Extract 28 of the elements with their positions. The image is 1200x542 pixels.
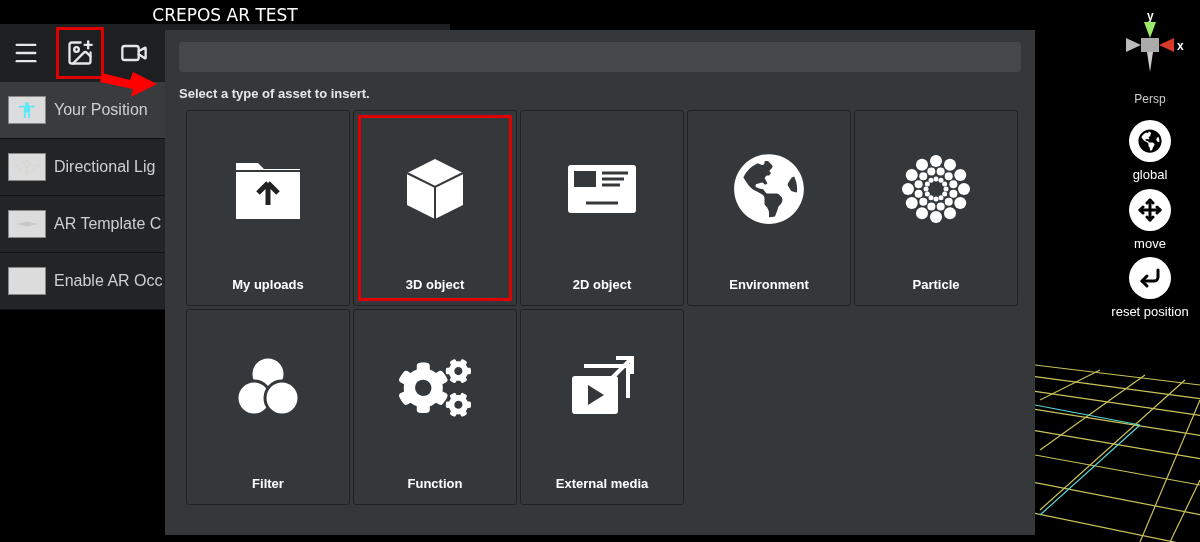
tool-button[interactable] bbox=[1129, 257, 1171, 299]
toolbar-button[interactable] bbox=[56, 27, 104, 79]
particle-icon bbox=[900, 152, 972, 225]
blank-thumbnail bbox=[8, 267, 46, 295]
asset-tile[interactable]: 3D object bbox=[353, 109, 517, 306]
asset-tile[interactable]: 2D object bbox=[520, 109, 684, 306]
tool-button[interactable] bbox=[1129, 120, 1171, 162]
asset-tile[interactable]: Filter bbox=[186, 308, 350, 505]
globe-icon bbox=[733, 152, 805, 225]
return-arrow-icon bbox=[1138, 266, 1162, 290]
dialog-instruction: Select a type of asset to insert. bbox=[179, 85, 371, 103]
asset-tile[interactable]: My uploads bbox=[186, 109, 350, 306]
view-mode-label: Persp bbox=[1134, 91, 1166, 108]
globe-icon bbox=[1138, 129, 1162, 153]
asset-tile[interactable]: Function bbox=[353, 308, 517, 505]
tool-label: reset position bbox=[1111, 303, 1189, 321]
add-image-icon bbox=[66, 39, 94, 67]
person-thumbnail-icon bbox=[8, 96, 46, 124]
asset-tile[interactable]: Particle bbox=[854, 109, 1018, 306]
window-title: CREPOS AR TEST bbox=[152, 7, 298, 24]
plane-thumbnail-icon bbox=[8, 210, 46, 238]
asset-tile[interactable]: External media bbox=[520, 308, 684, 505]
asset-tile[interactable]: Environment bbox=[687, 109, 851, 306]
move-icon bbox=[1138, 197, 1162, 222]
light-bulb-thumbnail-icon bbox=[8, 153, 46, 181]
tool-button[interactable] bbox=[1129, 188, 1171, 231]
tool-label: move bbox=[1134, 234, 1166, 253]
tool-label: global bbox=[1132, 166, 1168, 184]
